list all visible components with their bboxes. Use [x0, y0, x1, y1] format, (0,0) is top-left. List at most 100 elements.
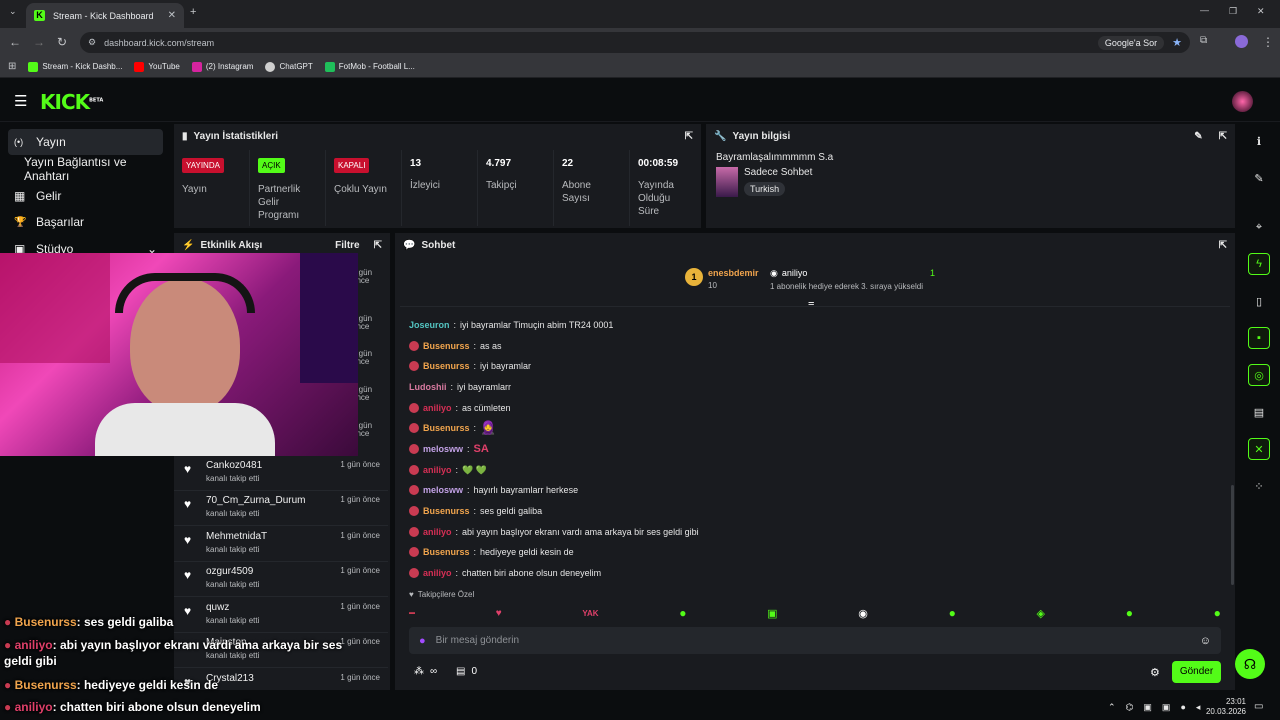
google-ask-button[interactable]: Google'a Sor: [1097, 35, 1165, 50]
bookmark-item[interactable]: ChatGPT: [265, 61, 313, 72]
tray-chevron-icon[interactable]: ⌃: [1108, 702, 1116, 713]
filter-button[interactable]: Filtre: [335, 240, 359, 251]
activity-event: ♥ ozgur4509 kanalı takip etti 1 gün önce: [174, 562, 388, 597]
fotmob-icon: [324, 61, 335, 72]
bookmark-item[interactable]: Stream - Kick Dashb...: [28, 61, 122, 72]
language-tag: Turkish: [744, 182, 786, 196]
info-icon[interactable]: ℹ: [1248, 130, 1270, 152]
hamburger-menu-icon[interactable]: ☰: [14, 92, 27, 110]
bookmarks-bar: ⊞ Stream - Kick Dashb... YouTube (2) Ins…: [0, 56, 1280, 78]
bookmark-item[interactable]: FotMob - Football L...: [324, 61, 415, 72]
kick-logo[interactable]: KICKBETA: [40, 90, 103, 114]
forward-icon[interactable]: →: [33, 35, 45, 49]
site-info-icon[interactable]: ⚙: [88, 37, 96, 48]
tab-search-icon[interactable]: ⌄: [9, 6, 17, 17]
stat-label: Takipçi: [486, 180, 517, 191]
bookmark-item[interactable]: YouTube: [134, 61, 180, 72]
sidebar-item-label: Yayın Bağlantısı ve Anahtarı: [24, 155, 127, 183]
document-icon[interactable]: ▯: [1248, 290, 1270, 312]
bookmark-item[interactable]: (2) Instagram: [191, 61, 253, 72]
microphone-icon[interactable]: ●: [419, 635, 426, 647]
gift-icon: ▤: [456, 666, 466, 677]
emote-icon[interactable]: ♥: [496, 608, 502, 619]
send-button[interactable]: Gönder: [1172, 661, 1221, 683]
broadcast-rail-icon[interactable]: ◎: [1248, 364, 1270, 386]
support-headset-icon[interactable]: ☊: [1235, 649, 1265, 679]
emote-icon[interactable]: ●: [679, 606, 686, 620]
microphone-icon[interactable]: ●: [1180, 702, 1185, 713]
sub-badge-icon: ●: [4, 638, 12, 652]
tray-app-icon[interactable]: ▣: [1162, 702, 1171, 713]
kick-icon: [28, 61, 39, 72]
panel-title: Yayın İstatistikleri: [193, 130, 279, 142]
category-row: Sadece Sohbet Turkish: [706, 167, 1235, 197]
close-tab-icon[interactable]: ✕: [168, 10, 176, 21]
popout-icon[interactable]: ⇱: [1219, 131, 1227, 142]
edit-icon[interactable]: ✎: [1194, 131, 1202, 142]
window-close-icon[interactable]: ✕: [1257, 6, 1265, 17]
pinned-user[interactable]: enesbdemir: [708, 268, 759, 278]
minimize-icon[interactable]: —: [1200, 5, 1209, 15]
menu-dots-icon[interactable]: ⋮: [1262, 35, 1274, 49]
new-tab-icon[interactable]: +: [190, 6, 196, 18]
network-icon[interactable]: ⌬: [1126, 702, 1134, 713]
tray-app-icon[interactable]: ▣: [1143, 702, 1152, 713]
emote-icon[interactable]: ▬: [409, 610, 415, 616]
printer-icon[interactable]: ▤: [1248, 401, 1270, 423]
stat-label: Abone Sayısı: [562, 180, 591, 204]
sidebar-item-gelir[interactable]: ▦ Gelir: [8, 183, 163, 209]
clock[interactable]: 23:01 20.03.2026: [1200, 697, 1246, 717]
collapse-pinned-icon[interactable]: ≡: [808, 299, 814, 311]
back-icon[interactable]: ←: [9, 35, 21, 49]
emote-bar: ▬ ♥ YAK ● ▣ ◉ ● ◈ ● ●: [409, 606, 1221, 620]
chat-rail-icon[interactable]: ▪: [1248, 327, 1270, 349]
chat-input[interactable]: Bir mesaj gönderin: [436, 635, 1190, 646]
chat-scrollbar[interactable]: [1231, 485, 1234, 585]
sidebar-item-yayin[interactable]: (•) Yayın: [8, 129, 163, 155]
popout-icon[interactable]: ⇱: [685, 131, 693, 142]
chat-input-box[interactable]: ● Bir mesaj gönderin ☺: [409, 627, 1221, 654]
instagram-icon: [191, 61, 202, 72]
stat-followers: 4.797 Takipçi: [478, 150, 554, 226]
profile-avatar[interactable]: [1235, 35, 1248, 48]
popout-icon[interactable]: ⇱: [1219, 240, 1227, 251]
browser-tab[interactable]: K Stream - Kick Dashboard ✕: [26, 3, 184, 28]
popout-icon[interactable]: ⇱: [374, 240, 382, 251]
channel-points[interactable]: ⁂ ∞: [414, 666, 437, 677]
emote-icon[interactable]: ●: [1214, 606, 1221, 620]
sidebar-item-stream-key[interactable]: Yayın Bağlantısı ve Anahtarı: [8, 155, 178, 183]
sidebar-item-basarilar[interactable]: 🏆 Başarılar: [8, 209, 163, 235]
pencil-icon[interactable]: ✎: [1248, 167, 1270, 189]
maximize-icon[interactable]: ❐: [1229, 6, 1237, 17]
clock-time: 23:01: [1225, 697, 1246, 706]
omnibox[interactable]: ⚙ dashboard.kick.com/stream Google'a Sor…: [80, 32, 1190, 53]
lightning-icon[interactable]: ϟ: [1248, 253, 1270, 275]
emote-icon[interactable]: ▣: [767, 607, 777, 620]
revenue-icon: ▦: [14, 189, 26, 203]
chat-icon: 💬: [403, 239, 416, 251]
sub-badge-icon: [409, 568, 419, 578]
reload-icon[interactable]: ↻: [57, 35, 67, 49]
emote-icon[interactable]: ●: [1126, 606, 1133, 620]
apps-icon[interactable]: ⁘: [1248, 475, 1270, 497]
sidebar-item-label: Yayın: [36, 135, 66, 149]
extensions-icon[interactable]: ⧉: [1200, 35, 1207, 46]
sidebar-item-label: Gelir: [36, 189, 62, 203]
focus-icon[interactable]: ⌖: [1248, 216, 1270, 238]
apps-grid-icon[interactable]: ⊞: [8, 61, 16, 72]
emoji-icon[interactable]: ☺: [1200, 635, 1211, 647]
user-avatar[interactable]: [1232, 91, 1253, 112]
notifications-icon[interactable]: ▭: [1254, 701, 1263, 712]
sub-badge-icon: [409, 341, 419, 351]
emote-icon[interactable]: YAK: [582, 609, 598, 618]
wrench-rail-icon[interactable]: ✕: [1248, 438, 1270, 460]
chat-settings-icon[interactable]: ⚙: [1150, 666, 1160, 679]
emote-icon[interactable]: ◈: [1037, 607, 1045, 620]
activity-event: ♥ 70_Cm_Zurna_Durum kanalı takip etti 1 gün…: [174, 491, 388, 526]
emote-icon[interactable]: ◉: [858, 607, 868, 620]
gift-counter[interactable]: ▤ 0: [456, 666, 477, 677]
gift-icon: ◉: [770, 268, 778, 278]
emote-icon[interactable]: ●: [949, 606, 956, 620]
bookmark-star-icon[interactable]: ★: [1172, 36, 1182, 49]
activity-event: ♥ Cankoz0481 kanalı takip etti 1 gün önce: [174, 456, 388, 491]
